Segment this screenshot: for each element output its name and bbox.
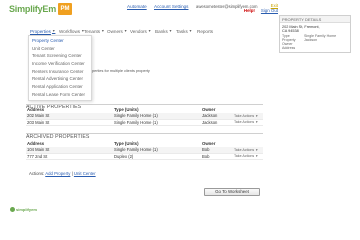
properties-dropdown: Property Center Unit Center Tenant Scree… — [28, 35, 92, 101]
chevron-down-icon: ▼ — [101, 29, 105, 33]
footer-logo-text: simplifyem — [16, 207, 37, 212]
menu-income-verification-center[interactable]: Income Verification Center — [29, 60, 91, 68]
panel-row-address: Address — [280, 46, 350, 50]
logo-badge: PM — [58, 3, 73, 15]
cell-type: Duplex (2) — [114, 153, 134, 159]
cell-type: Single Family Home (1) — [114, 113, 158, 119]
nav-workflows-label: Workflows — [59, 28, 81, 34]
nav-tenants-label: Tenants — [84, 28, 101, 34]
column-header: Address — [27, 107, 45, 112]
take-actions-dropdown[interactable]: Take Actions ▼ — [234, 120, 263, 124]
sign-out-link[interactable]: Sign Out — [261, 8, 278, 13]
menu-tenant-screening-center[interactable]: Tenant Screening Center — [29, 52, 91, 60]
account-settings-link[interactable]: Account Settings — [154, 4, 188, 9]
take-actions-label: Take Actions — [234, 147, 255, 152]
table-row[interactable]: 777 2nd St Duplex (2) Bob Take Actions ▼ — [26, 153, 263, 160]
main-nav: Properties ▼ Workflows ▼ Tenants ▼ Owners ▼ … — [30, 27, 217, 35]
column-header: Owner — [202, 107, 216, 112]
cell-type: Single Family Home (1) — [114, 119, 158, 125]
table-row[interactable]: 203 Main St Single Family Home (1) Jacks… — [26, 119, 263, 126]
chevron-down-icon: ▼ — [51, 29, 56, 33]
property-details-panel: PROPERTY DETAILS 202 Main St, Fremont, C… — [279, 15, 351, 53]
chevron-down-icon: ▼ — [255, 120, 259, 125]
actions-bar: Actions: Add Property | Unit Center — [29, 171, 96, 176]
nav-owners-label: Owners — [107, 28, 123, 34]
nav-tasks-label: Tasks — [176, 28, 188, 34]
chevron-down-icon: ▼ — [147, 29, 152, 33]
panel-key: Address — [282, 46, 296, 51]
chevron-down-icon: ▼ — [255, 113, 259, 118]
take-actions-dropdown[interactable]: Take Actions ▼ — [234, 148, 263, 152]
intro-text: perties for multiple clients property — [92, 69, 150, 73]
panel-value: Jackson — [304, 37, 318, 42]
divider — [26, 104, 263, 105]
column-header: Address — [27, 141, 45, 146]
nav-vendors-label: Vendors — [130, 28, 147, 34]
table-header: Address Type (Units) Owner — [26, 140, 263, 147]
actions-label: Actions: — [29, 171, 45, 176]
cell-owner: Jackson — [202, 113, 218, 119]
nav-tenants[interactable]: Tenants ▼ — [84, 27, 105, 35]
panel-title: PROPERTY DETAILS — [280, 16, 350, 23]
menu-rental-application-center[interactable]: Rental Application Center — [29, 83, 91, 91]
column-header: Type (Units) — [114, 141, 139, 146]
cell-address: 104 Main St — [27, 147, 50, 153]
take-actions-label: Take Actions — [234, 120, 255, 125]
take-actions-dropdown[interactable]: Take Actions ▼ — [234, 154, 263, 158]
nav-banks[interactable]: Banks ▼ — [155, 27, 172, 35]
cell-address: 203 Main St — [27, 119, 50, 125]
nav-vendors[interactable]: Vendors ▼ — [130, 27, 152, 35]
column-header: Type (Units) — [114, 107, 139, 112]
nav-properties-label: Properties — [30, 28, 51, 34]
nav-workflows[interactable]: Workflows ▼ — [59, 27, 85, 35]
menu-rental-advertising-center[interactable]: Rental Advertising Center — [29, 75, 91, 83]
cell-type: Single Family Home (1) — [114, 147, 158, 153]
nav-tasks[interactable]: Tasks ▼ — [176, 27, 193, 35]
menu-property-center[interactable]: Property Center — [29, 37, 91, 45]
logo-text: SimplifyEm — [9, 4, 57, 14]
chevron-down-icon: ▼ — [123, 29, 128, 33]
logo[interactable]: SimplifyEm PM — [9, 3, 73, 15]
nav-reports-label: Reports — [197, 28, 214, 34]
take-actions-label: Take Actions — [234, 154, 255, 159]
panel-key: Property Owner — [282, 37, 296, 47]
go-to-worksheet-button[interactable]: Go To Worksheet — [204, 188, 260, 196]
cell-address: 202 Main St — [27, 113, 50, 119]
logo-icon — [10, 207, 15, 212]
chevron-down-icon: ▼ — [188, 29, 193, 33]
chevron-down-icon: ▼ — [255, 147, 259, 152]
take-actions-dropdown[interactable]: Take Actions ▼ — [234, 114, 263, 118]
cell-owner: Jackson — [202, 119, 218, 125]
panel-row-owner: Property Owner Jackson — [280, 38, 350, 47]
help-link[interactable]: Help! — [244, 8, 255, 13]
cell-address: 777 2nd St — [27, 153, 48, 159]
user-links: Exit Help! Sign Out — [244, 3, 278, 13]
cell-owner: Bob — [202, 153, 210, 159]
take-actions-label: Take Actions — [234, 113, 255, 118]
table-header: Address Type (Units) Owner — [26, 106, 263, 113]
nav-reports[interactable]: Reports — [197, 27, 217, 35]
automate-link[interactable]: Automate — [127, 4, 147, 9]
nav-banks-label: Banks — [155, 28, 168, 34]
chevron-down-icon: ▼ — [168, 29, 173, 33]
nav-owners[interactable]: Owners ▼ — [107, 27, 127, 35]
nav-properties[interactable]: Properties ▼ — [30, 27, 56, 35]
active-properties-table: Address Type (Units) Owner 202 Main St S… — [26, 106, 263, 126]
menu-rental-lease-form-center[interactable]: Rental Lease Form Center — [29, 91, 91, 99]
archived-properties-table: Address Type (Units) Owner 104 Main St S… — [26, 140, 263, 160]
menu-renters-insurance-center[interactable]: Renters Insurance Center — [29, 68, 91, 76]
column-header: Owner — [202, 141, 216, 146]
add-property-link[interactable]: Add Property — [45, 171, 70, 176]
unit-center-link[interactable]: Unit Center — [74, 171, 96, 176]
actions-separator: | — [71, 171, 73, 176]
footer-logo: simplifyem — [10, 207, 37, 212]
menu-unit-center[interactable]: Unit Center — [29, 45, 91, 53]
chevron-down-icon: ▼ — [255, 154, 259, 159]
cell-owner: Bob — [202, 147, 210, 153]
